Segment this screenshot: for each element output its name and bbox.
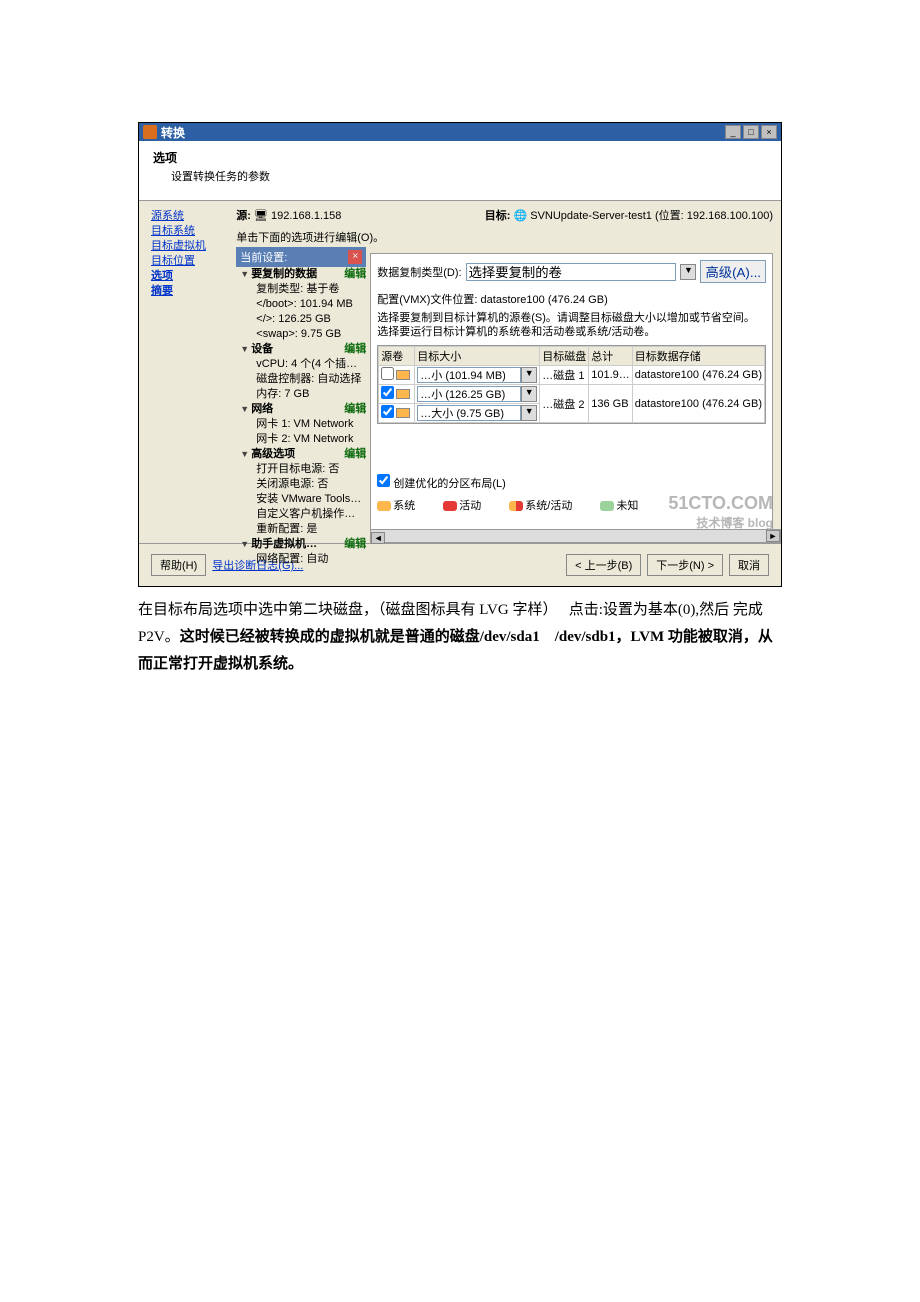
disk-icon — [396, 408, 410, 418]
legend: 系统 活动 系统/活动 未知 — [377, 497, 766, 513]
dropdown-icon[interactable]: ▼ — [680, 264, 696, 280]
setting-item: 打开目标电源: 否 — [240, 462, 366, 477]
store-cell: datastore100 (476.24 GB) — [632, 366, 764, 385]
col-target-size: 目标大小 — [415, 347, 540, 366]
setting-item: 网络配置: 自动 — [240, 552, 366, 567]
app-icon — [143, 125, 157, 139]
col-target-store: 目标数据存储 — [632, 347, 764, 366]
vol-checkbox-1[interactable] — [381, 367, 394, 380]
titlebar: 转换 _ □ × — [139, 123, 781, 141]
document-text: 在目标布局选项中选中第二块磁盘，（磁盘图标具有 LVG 字样） 点击:设置为基本… — [138, 597, 782, 678]
setting-item: 磁盘控制器: 自动选择 — [240, 372, 366, 387]
setting-item: <swap>: 9.75 GB — [240, 327, 366, 342]
setting-item: 内存: 7 GB — [240, 387, 366, 402]
page-title: 选项 — [153, 149, 767, 166]
disk-icon — [396, 389, 410, 399]
horizontal-scrollbar[interactable]: ◄ ► — [370, 529, 781, 543]
current-settings: 当前设置: × ▼要复制的数据编辑复制类型: 基于卷</boot>: 101.9… — [236, 247, 366, 567]
dropdown-icon[interactable]: ▼ — [521, 367, 537, 383]
restore-button[interactable]: □ — [743, 125, 759, 139]
minimize-button[interactable]: _ — [725, 125, 741, 139]
dest-label: 目标: — [485, 210, 511, 222]
nav-summary[interactable]: 摘要 — [151, 284, 224, 299]
setting-item: </boot>: 101.94 MB — [240, 297, 366, 312]
close-button[interactable]: × — [761, 125, 777, 139]
data-type-select[interactable] — [466, 263, 677, 281]
legend-swatch-unknown — [600, 501, 614, 511]
vol-checkbox-2[interactable] — [381, 386, 394, 399]
table-row[interactable]: ▼ …磁盘 2 136 GB datastore100 (476.24 GB) — [379, 385, 765, 404]
edit-link[interactable]: 编辑 — [344, 537, 366, 552]
wizard-nav: 源系统 目标系统 目标虚拟机 目标位置 选项 摘要 — [139, 201, 236, 543]
help-button[interactable]: 帮助(H) — [151, 554, 206, 576]
col-total: 总计 — [589, 347, 633, 366]
dest-value: SVNUpdate-Server-test1 (位置: 192.168.100.… — [530, 210, 773, 222]
size-input-3[interactable] — [417, 405, 521, 421]
vol-checkbox-3[interactable] — [381, 405, 394, 418]
edit-link[interactable]: 编辑 — [344, 402, 366, 417]
options-panel: 数据复制类型(D): ▼ 高级(A)... 配置(VMX)文件位置: datas… — [370, 253, 773, 537]
store-cell: datastore100 (476.24 GB) — [632, 385, 764, 423]
setting-item: </>: 126.25 GB — [240, 312, 366, 327]
setting-item: 复制类型: 基于卷 — [240, 282, 366, 297]
dropdown-icon[interactable]: ▼ — [521, 405, 537, 421]
disk-cell: …磁盘 2 — [540, 385, 589, 423]
table-row[interactable]: ▼ …磁盘 1 101.9… datastore100 (476.24 GB) — [379, 366, 765, 385]
config-location: 配置(VMX)文件位置: datastore100 (476.24 GB) — [377, 291, 766, 307]
disk-icon — [396, 370, 410, 380]
legend-swatch-active — [443, 501, 457, 511]
nav-source[interactable]: 源系统 — [151, 209, 224, 224]
scroll-right-icon[interactable]: ► — [766, 530, 780, 542]
setting-item: 关闭源电源: 否 — [240, 477, 366, 492]
nav-target-system[interactable]: 目标系统 — [151, 224, 224, 239]
page-subtitle: 设置转换任务的参数 — [171, 168, 767, 184]
data-type-label: 数据复制类型(D): — [377, 264, 461, 280]
edit-link[interactable]: 编辑 — [344, 342, 366, 357]
total-cell: 101.9… — [589, 366, 633, 385]
nav-target-vm[interactable]: 目标虚拟机 — [151, 239, 224, 254]
settings-title: 当前设置: — [240, 249, 287, 265]
help-line-2: 选择要运行目标计算机的系统卷和活动卷或系统/活动卷。 — [377, 325, 766, 339]
header-panel: 选项 设置转换任务的参数 — [139, 141, 781, 201]
legend-swatch-sysact — [509, 501, 523, 511]
size-input-2[interactable] — [417, 386, 521, 402]
advanced-button[interactable]: 高级(A)... — [700, 260, 766, 283]
disk-cell: …磁盘 1 — [540, 366, 589, 385]
optimized-layout-checkbox[interactable]: 创建优化的分区布局(L) — [377, 478, 506, 490]
legend-swatch-system — [377, 501, 391, 511]
scroll-left-icon[interactable]: ◄ — [371, 532, 385, 544]
instruction-text: 单击下面的选项进行编辑(O)。 — [236, 229, 773, 245]
next-button[interactable]: 下一步(N) > — [647, 554, 723, 576]
nav-options[interactable]: 选项 — [151, 269, 224, 284]
setting-item: 安装 VMware Tools… — [240, 492, 366, 507]
setting-item: 重新配置: 是 — [240, 522, 366, 537]
col-target-disk: 目标磁盘 — [540, 347, 589, 366]
nav-target-location[interactable]: 目标位置 — [151, 254, 224, 269]
right-area: 源: 🖥 192.168.1.158 目标: 🌐 SVNUpdate-Serve… — [236, 201, 781, 543]
cancel-button[interactable]: 取消 — [729, 554, 769, 576]
setting-item: vCPU: 4 个(4 个插… — [240, 357, 366, 372]
help-line-1: 选择要复制到目标计算机的源卷(S)。请调整目标磁盘大小以增加或节省空间。 — [377, 311, 766, 325]
col-source-vol: 源卷 — [379, 347, 415, 366]
setting-item: 自定义客户机操作… — [240, 507, 366, 522]
globe-icon: 🌐 — [513, 210, 527, 222]
converter-window: 转换 _ □ × 选项 设置转换任务的参数 源系统 目标系统 目标虚拟机 目标位… — [138, 122, 782, 587]
setting-item: 网卡 1: VM Network — [240, 417, 366, 432]
src-label: 源: — [236, 210, 251, 222]
dropdown-icon[interactable]: ▼ — [521, 386, 537, 402]
src-value: 192.168.1.158 — [271, 210, 341, 222]
setting-item: 网卡 2: VM Network — [240, 432, 366, 447]
edit-link[interactable]: 编辑 — [344, 267, 366, 282]
edit-link[interactable]: 编辑 — [344, 447, 366, 462]
volume-table: 源卷 目标大小 目标磁盘 总计 目标数据存储 ▼ …磁盘 1 101.9… da… — [377, 345, 766, 424]
total-cell: 136 GB — [589, 385, 633, 423]
panel-close-icon[interactable]: × — [348, 250, 362, 264]
back-button[interactable]: < 上一步(B) — [566, 554, 641, 576]
size-input-1[interactable] — [417, 367, 521, 383]
window-title: 转换 — [161, 124, 185, 141]
